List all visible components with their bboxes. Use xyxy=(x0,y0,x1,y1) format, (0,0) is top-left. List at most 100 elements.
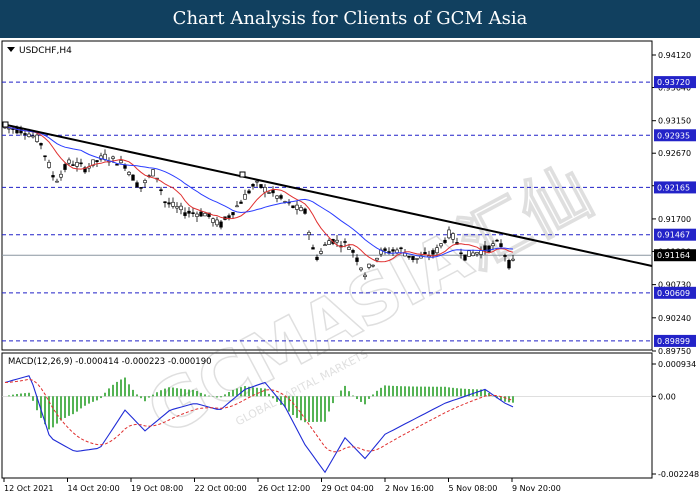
chart-area[interactable]: GCMASIA汇仙 GLOBAL CAPITAL MARKETS 0.94120… xyxy=(0,38,700,500)
candle-body xyxy=(115,163,119,166)
trendline-handle xyxy=(2,121,9,128)
candle-body xyxy=(135,182,139,188)
candle-body xyxy=(95,160,99,162)
candle-body xyxy=(255,180,259,183)
candle-body xyxy=(23,133,27,135)
candle-body xyxy=(187,210,191,214)
price-tick-label: 0.94120 xyxy=(658,51,691,60)
time-axis: 12 Oct 2021 14 Oct 20:00 19 Oct 08:00 22 Oc… xyxy=(3,478,561,493)
time-tick-label: 12 Oct 2021 xyxy=(4,484,53,493)
page-header: Chart Analysis for Clients of GCM Asia xyxy=(0,0,700,38)
candle-body xyxy=(459,252,463,255)
time-tick-label: 19 Oct 08:00 xyxy=(131,484,183,493)
macd-axis: 0.000934 0.00 -0.002248 xyxy=(652,360,699,479)
level-price-label: 0.89899 xyxy=(657,337,690,346)
candle-body xyxy=(423,252,427,255)
candle-body xyxy=(291,205,295,208)
candle-body xyxy=(371,264,375,267)
candle-body xyxy=(71,164,75,166)
candle-body xyxy=(263,186,267,193)
candle-body xyxy=(275,195,279,199)
candle-body xyxy=(219,221,223,228)
candle-body xyxy=(303,208,307,214)
candle-body xyxy=(467,250,471,257)
candle-body xyxy=(59,173,63,178)
candle-body xyxy=(163,201,167,204)
candle-body xyxy=(203,212,207,217)
candle-body xyxy=(411,256,415,260)
candle-body xyxy=(247,190,251,194)
trading-chart[interactable]: GCMASIA汇仙 GLOBAL CAPITAL MARKETS 0.94120… xyxy=(0,38,700,500)
candle-body xyxy=(475,252,479,255)
candle-body xyxy=(355,257,359,262)
candle-body xyxy=(451,233,455,240)
price-tick-label: 0.90240 xyxy=(658,314,691,323)
macd-tick-label: 0.000934 xyxy=(658,360,696,369)
candle-body xyxy=(383,248,387,251)
candle-body xyxy=(211,218,215,223)
level-price-label: 0.90609 xyxy=(657,289,690,298)
candle-body xyxy=(271,190,275,194)
candle-body xyxy=(279,195,283,199)
candle-body xyxy=(351,250,355,253)
current-price-label: 0.91164 xyxy=(657,251,690,260)
candle-body xyxy=(499,243,503,247)
candle-body xyxy=(319,250,323,254)
candle-body xyxy=(75,162,79,167)
candle-body xyxy=(347,246,351,250)
candle-body xyxy=(311,247,315,250)
header-title: Chart Analysis for Clients of GCM Asia xyxy=(172,8,528,29)
candle-body xyxy=(111,156,115,159)
candle-body xyxy=(259,184,263,188)
time-tick-label: 9 Nov 20:00 xyxy=(512,484,561,493)
price-tick-label: 0.91700 xyxy=(658,215,691,224)
candle-body xyxy=(443,239,447,243)
candle-body xyxy=(491,243,495,247)
candle-body xyxy=(27,133,31,137)
candle-body xyxy=(299,207,303,212)
candle-body xyxy=(251,184,255,187)
candle-body xyxy=(43,155,47,158)
candle-body xyxy=(375,257,379,261)
candle-body xyxy=(47,161,51,168)
price-tick-label: 0.89750 xyxy=(658,347,691,356)
price-tick-label: 0.92670 xyxy=(658,149,691,158)
candle-body xyxy=(407,256,411,258)
candle-body xyxy=(487,245,491,252)
candle-body xyxy=(55,180,59,183)
time-tick-label: 29 Oct 04:00 xyxy=(322,484,374,493)
time-tick-label: 5 Nov 08:00 xyxy=(449,484,498,493)
candle-body xyxy=(167,202,171,205)
candle-body xyxy=(39,143,43,146)
candle-body xyxy=(239,201,243,204)
candle-body xyxy=(507,260,511,269)
candle-body xyxy=(171,201,175,207)
level-price-label: 0.91467 xyxy=(657,231,690,240)
candle-body xyxy=(343,241,347,243)
candle-body xyxy=(363,274,367,278)
level-price-label: 0.92165 xyxy=(657,183,690,192)
candle-body xyxy=(215,219,219,226)
candle-body xyxy=(139,187,143,189)
candle-body xyxy=(175,206,179,209)
candle-body xyxy=(199,211,203,217)
candle-body xyxy=(143,180,147,184)
candle-body xyxy=(191,212,195,214)
candle-body xyxy=(367,263,371,268)
candle-body xyxy=(131,174,135,181)
candle-body xyxy=(179,205,183,211)
candle-body xyxy=(79,162,83,165)
candle-body xyxy=(323,244,327,247)
candle-body xyxy=(307,232,311,236)
candle-body xyxy=(151,169,155,177)
candle-body xyxy=(327,240,331,245)
candle-body xyxy=(447,229,451,239)
time-tick-label: 26 Oct 12:00 xyxy=(258,484,310,493)
time-tick-label: 14 Oct 20:00 xyxy=(68,484,120,493)
candle-body xyxy=(227,215,231,218)
price-axis: 0.941200.936400.931500.926700.921900.917… xyxy=(652,51,696,356)
candle-body xyxy=(67,159,71,164)
symbol-label: USDCHF,H4 xyxy=(19,46,72,56)
trendline-handle xyxy=(239,171,246,178)
level-price-label: 0.93720 xyxy=(657,78,690,87)
